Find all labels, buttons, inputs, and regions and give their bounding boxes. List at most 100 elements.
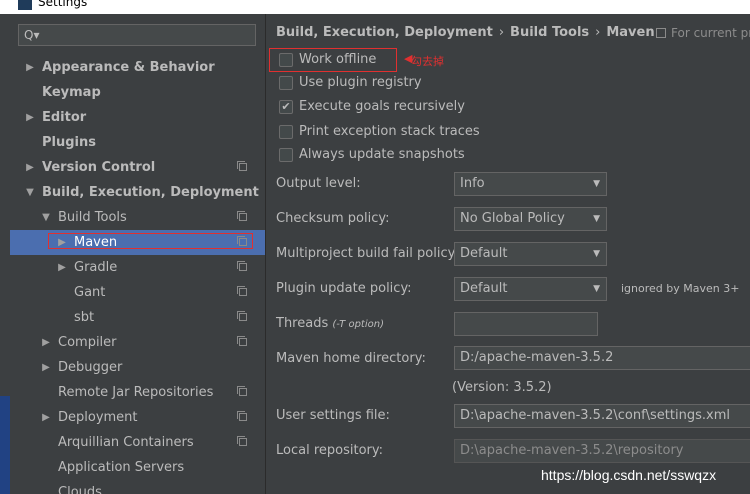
dropdown-arrow-icon: ▼ bbox=[593, 214, 600, 224]
project-level-icon bbox=[237, 436, 247, 446]
sidebar-item-gradle[interactable]: ▶ Gradle bbox=[10, 255, 265, 280]
maven-home-input[interactable]: D:/apache-maven-3.5.2 bbox=[454, 346, 750, 370]
output-level-select[interactable]: Info ▼ bbox=[454, 172, 607, 196]
settings-sidebar: Q▾ ▶ Appearance & Behavior Keymap ▶ Editor Pl… bbox=[10, 14, 265, 494]
breadcrumb-item: Build Tools bbox=[510, 25, 590, 40]
sidebar-item-compiler[interactable]: ▶ Compiler bbox=[10, 330, 265, 355]
sidebar-item-arquillian-containers[interactable]: Arquillian Containers bbox=[10, 430, 265, 455]
checkbox-box[interactable] bbox=[279, 76, 293, 90]
threads-label: Threads (-T option) bbox=[276, 314, 384, 334]
user-settings-value: D:\apache-maven-3.5.2\conf\settings.xml bbox=[460, 408, 730, 423]
sidebar-item-label: Remote Jar Repositories bbox=[58, 385, 214, 400]
window-title: Settings bbox=[38, 0, 88, 9]
sidebar-item-application-servers[interactable]: Application Servers bbox=[10, 455, 265, 480]
for-current-project: For current project bbox=[656, 23, 750, 43]
sidebar-item-label: Plugins bbox=[42, 135, 96, 150]
sidebar-item-label: Gant bbox=[74, 285, 106, 300]
chevron-right-icon[interactable]: ▶ bbox=[56, 255, 68, 280]
breadcrumb-separator: › bbox=[498, 25, 505, 40]
chevron-right-icon[interactable]: ▶ bbox=[40, 330, 52, 355]
plugin-update-policy-value: Default bbox=[460, 281, 508, 296]
sidebar-item-plugins[interactable]: Plugins bbox=[10, 130, 265, 155]
plugin-update-policy-label: Plugin update policy: bbox=[276, 281, 412, 296]
breadcrumb-item: Build, Execution, Deployment bbox=[276, 25, 493, 40]
sidebar-item-label: Deployment bbox=[58, 410, 138, 425]
chevron-right-icon[interactable]: ▶ bbox=[24, 55, 36, 80]
dropdown-arrow-icon: ▼ bbox=[593, 179, 600, 189]
threads-label-text: Threads bbox=[276, 316, 329, 331]
sidebar-item-label: Application Servers bbox=[58, 460, 185, 475]
copy-icon bbox=[656, 28, 666, 38]
sidebar-item-build-execution-deployment[interactable]: ▼ Build, Execution, Deployment bbox=[10, 180, 265, 205]
user-settings-input[interactable]: D:\apache-maven-3.5.2\conf\settings.xml bbox=[454, 404, 750, 428]
project-level-icon bbox=[237, 386, 247, 396]
sidebar-item-label: Arquillian Containers bbox=[58, 435, 194, 450]
chevron-right-icon[interactable]: ▶ bbox=[24, 155, 36, 180]
sidebar-item-label: Debugger bbox=[58, 360, 123, 375]
sidebar-item-label: Appearance & Behavior bbox=[42, 60, 215, 75]
project-level-icon bbox=[237, 336, 247, 346]
sidebar-item-build-tools[interactable]: ▼ Build Tools bbox=[10, 205, 265, 230]
annotation-highlight-box bbox=[48, 233, 253, 249]
local-repository-label: Local repository: bbox=[276, 443, 383, 458]
output-level-value: Info bbox=[460, 176, 485, 191]
project-level-icon bbox=[237, 261, 247, 271]
checkbox-box[interactable] bbox=[279, 125, 293, 139]
multiproject-fail-policy-label: Multiproject build fail policy: bbox=[276, 246, 459, 261]
plugin-update-policy-select[interactable]: Default ▼ bbox=[454, 277, 607, 301]
sidebar-item-label: sbt bbox=[74, 310, 95, 325]
sidebar-item-label: Build Tools bbox=[58, 210, 127, 225]
breadcrumb: Build, Execution, Deployment › Build Tools… bbox=[276, 23, 655, 43]
sidebar-item-maven[interactable]: ▶ Maven bbox=[10, 230, 265, 255]
chevron-right-icon[interactable]: ▶ bbox=[24, 105, 36, 130]
sidebar-item-debugger[interactable]: ▶ Debugger bbox=[10, 355, 265, 380]
dropdown-arrow-icon: ▼ bbox=[593, 249, 600, 259]
maven-settings-panel: Build, Execution, Deployment › Build Tools… bbox=[266, 14, 750, 494]
sidebar-item-editor[interactable]: ▶ Editor bbox=[10, 105, 265, 130]
sidebar-item-keymap[interactable]: Keymap bbox=[10, 80, 265, 105]
sidebar-item-gant[interactable]: Gant bbox=[10, 280, 265, 305]
sidebar-item-label: Clouds bbox=[58, 485, 102, 494]
project-level-icon bbox=[237, 411, 247, 421]
annotation-text: 勾去掉 bbox=[411, 55, 444, 68]
chevron-right-icon[interactable]: ▶ bbox=[40, 355, 52, 380]
search-icon: Q▾ bbox=[24, 28, 40, 42]
checkbox-label: Always update snapshots bbox=[299, 147, 465, 162]
search-box[interactable]: Q▾ bbox=[18, 24, 256, 46]
chevron-down-icon[interactable]: ▼ bbox=[24, 180, 36, 205]
sidebar-item-label: Editor bbox=[42, 110, 87, 125]
chevron-down-icon[interactable]: ▼ bbox=[40, 205, 52, 230]
checkbox-box-checked[interactable]: ✔ bbox=[279, 100, 293, 114]
checksum-policy-value: No Global Policy bbox=[460, 211, 565, 226]
sidebar-item-appearance-behavior[interactable]: ▶ Appearance & Behavior bbox=[10, 55, 265, 80]
sidebar-item-version-control[interactable]: ▶ Version Control bbox=[10, 155, 265, 180]
checkbox-box[interactable] bbox=[279, 148, 293, 162]
checkbox-label: Print exception stack traces bbox=[299, 124, 480, 139]
background-window-strip bbox=[0, 396, 10, 494]
for-current-project-label: For current project bbox=[671, 26, 750, 40]
maven-home-label: Maven home directory: bbox=[276, 351, 426, 366]
local-repository-input[interactable]: D:\apache-maven-3.5.2\repository bbox=[454, 439, 750, 463]
watermark: https://blog.csdn.net/sswqzx bbox=[541, 467, 717, 483]
sidebar-item-label: Build, Execution, Deployment bbox=[42, 185, 259, 200]
maven-version: (Version: 3.5.2) bbox=[452, 380, 552, 395]
multiproject-fail-policy-select[interactable]: Default ▼ bbox=[454, 242, 607, 266]
sidebar-item-sbt[interactable]: sbt bbox=[10, 305, 265, 330]
checksum-policy-select[interactable]: No Global Policy ▼ bbox=[454, 207, 607, 231]
sidebar-item-clouds[interactable]: Clouds bbox=[10, 480, 265, 494]
breadcrumb-separator: › bbox=[595, 25, 601, 40]
settings-tree: ▶ Appearance & Behavior Keymap ▶ Editor Plugi… bbox=[10, 55, 265, 494]
title-bar: Settings bbox=[0, 0, 750, 14]
threads-input[interactable] bbox=[454, 312, 598, 336]
sidebar-item-label: Keymap bbox=[42, 85, 101, 100]
annotation-highlight-box bbox=[269, 48, 397, 72]
checksum-policy-label: Checksum policy: bbox=[276, 211, 390, 226]
search-input[interactable] bbox=[43, 27, 252, 45]
chevron-right-icon[interactable]: ▶ bbox=[40, 405, 52, 430]
multiproject-fail-policy-value: Default bbox=[460, 246, 508, 261]
sidebar-item-remote-jar-repositories[interactable]: Remote Jar Repositories bbox=[10, 380, 265, 405]
sidebar-item-deployment[interactable]: ▶ Deployment bbox=[10, 405, 265, 430]
project-level-icon bbox=[237, 211, 247, 221]
local-repository-value: D:\apache-maven-3.5.2\repository bbox=[460, 443, 684, 458]
project-level-icon bbox=[237, 311, 247, 321]
